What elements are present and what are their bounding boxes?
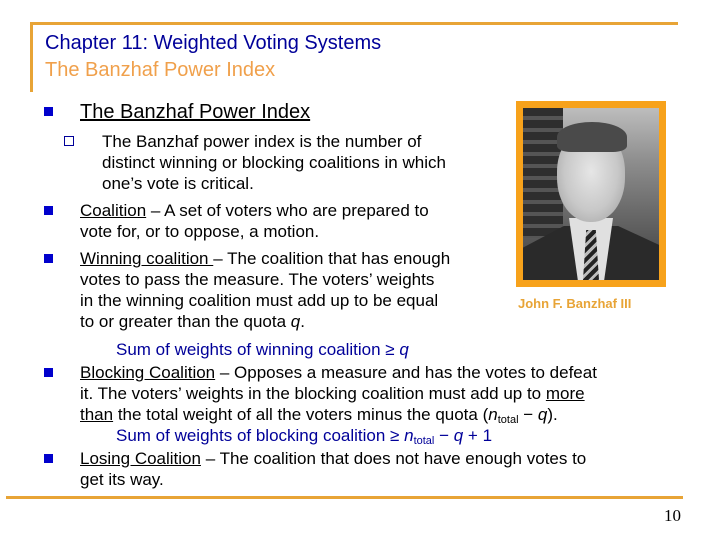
var-q: q: [399, 340, 409, 359]
term-winning-coalition: Winning coalition: [80, 249, 214, 268]
subscript-total: total: [497, 414, 519, 426]
var-n: n: [404, 426, 414, 445]
text-run: ).: [547, 405, 558, 424]
definition-line: get its way.: [80, 470, 164, 489]
emphasis-more: more: [545, 384, 585, 403]
definition-line: vote for, or to oppose, a motion.: [80, 222, 320, 241]
portrait-frame: [516, 101, 666, 287]
photo-hair: [557, 122, 627, 152]
page-number: 10: [664, 506, 681, 525]
definition-line: to or greater than the quota q.: [80, 311, 305, 332]
bullet-square-icon: [44, 107, 53, 116]
formula-text: + 1: [463, 426, 493, 445]
portrait-photo: [523, 108, 659, 280]
definition-line: in the winning coalition must add up to …: [80, 291, 439, 310]
emphasis-than: than: [80, 405, 114, 424]
bullet-losing-coalition: Losing Coalition – The coalition that do…: [80, 448, 586, 469]
bullet-winning-coalition: Winning coalition – The coalition that h…: [80, 248, 450, 269]
bullet-coalition: Coalition – A set of voters who are prep…: [80, 200, 429, 221]
definition-line: it. The voters’ weights in the blocking …: [80, 383, 585, 404]
header-top-rule: [30, 22, 678, 25]
bullet-square-icon: [44, 454, 53, 463]
formula-text: −: [434, 426, 454, 445]
sub-bullet-line: The Banzhaf power index is the number of: [102, 132, 422, 151]
bullet-heading-banzhaf: The Banzhaf Power Index: [80, 101, 311, 123]
var-n: n: [488, 405, 498, 424]
definition-line: votes to pass the measure. The voters’ w…: [80, 270, 435, 289]
definition-text: – A set of voters who are prepared to: [146, 201, 429, 220]
portrait-caption: John F. Banzhaf III: [518, 296, 632, 311]
sub-bullet-line: distinct winning or blocking coalitions …: [102, 153, 446, 172]
term-losing-coalition: Losing Coalition: [80, 449, 201, 468]
footer-rule: [6, 496, 683, 499]
var-q: q: [537, 405, 548, 424]
text-run: to or greater than the quota: [80, 312, 291, 331]
text-run: −: [518, 405, 538, 424]
slide-subtitle: The Banzhaf Power Index: [45, 59, 276, 81]
definition-text: – The coalition that does not have enoug…: [200, 449, 587, 468]
header-left-rule: [30, 22, 33, 92]
text-run: the total weight of all the voters minus…: [113, 405, 489, 424]
bullet-square-icon: [44, 368, 53, 377]
text-run: it. The voters’ weights in the blocking …: [80, 384, 546, 403]
bullet-blocking-coalition: Blocking Coalition – Opposes a measure a…: [80, 362, 597, 383]
term-coalition: Coalition: [80, 201, 147, 220]
var-q: q: [290, 312, 301, 331]
bullet-hollow-square-icon: [64, 136, 74, 146]
slide-title: Chapter 11: Weighted Voting Systems: [45, 32, 382, 54]
formula-text: Sum of weights of winning coalition ≥: [116, 340, 400, 359]
bullet-square-icon: [44, 206, 53, 215]
definition-text: – Opposes a measure and has the votes to…: [215, 363, 597, 382]
definition-text: – The coalition that has enough: [213, 249, 451, 268]
subscript-total: total: [413, 435, 435, 447]
formula-text: Sum of weights of blocking coalition ≥: [116, 426, 405, 445]
sub-bullet-line: one’s vote is critical.: [102, 174, 254, 193]
winning-formula: Sum of weights of winning coalition ≥ q: [116, 339, 409, 360]
term-blocking-coalition: Blocking Coalition: [80, 363, 216, 382]
var-q: q: [453, 426, 464, 445]
bullet-square-icon: [44, 254, 53, 263]
text-run: .: [300, 312, 305, 331]
